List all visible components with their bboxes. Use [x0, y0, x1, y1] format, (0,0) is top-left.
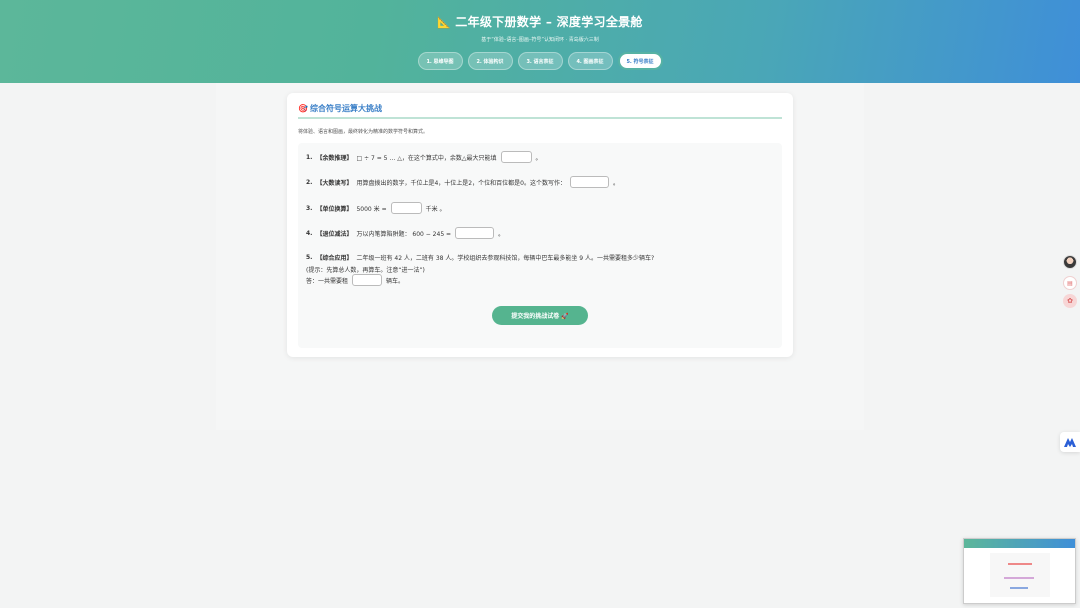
brand-logo-mark: [1064, 437, 1076, 447]
tab-mind-map[interactable]: 1. 思维导图: [417, 52, 463, 70]
page-thumbnail[interactable]: [963, 538, 1076, 604]
tab-language[interactable]: 3. 语言表征: [517, 52, 563, 70]
answer-input-5[interactable]: [352, 274, 383, 286]
tab-bar: 1. 思维导图 2. 体验构识 3. 语言表征 4. 图画表征 5. 符号表征: [0, 52, 1080, 70]
page-header: 📐 二年级下册数学 – 深度学习全景舱 基于“体验–语言–图画–符号”认知闭环 ·…: [0, 0, 1080, 83]
tab-experience[interactable]: 2. 体验构识: [467, 52, 513, 70]
thumbnail-card: [990, 553, 1050, 597]
question-3: 3. 【单位换算】 5000 米 = 千米 。: [306, 202, 446, 214]
question-5: 5. 【综合应用】 二年级一班有 42 人，二班有 38 人。学校组织去参观科技…: [306, 254, 655, 262]
tab-symbol[interactable]: 5. 符号表征: [617, 52, 663, 70]
card-intro: 将体验、语言和图画，最终转化为精准的数学符号和算式。: [298, 129, 429, 135]
question-2: 2. 【大数读写】 用算盘拨出的数字，千位上是4，十位上是2，个位和百位都是0。…: [306, 176, 619, 188]
question-panel: 1. 【余数推理】 □ ÷ 7 = 5 … △，在这个算式中，余数△最大只能填 …: [298, 143, 782, 348]
answer-input-2[interactable]: [569, 176, 609, 188]
answer-input-1[interactable]: [500, 151, 532, 163]
toolbox-icon[interactable]: ✿: [1063, 294, 1077, 308]
triangle-ruler-icon: 📐: [437, 16, 452, 29]
submit-button[interactable]: 提交我的挑战试卷 🚀: [492, 306, 588, 325]
question-4: 4. 【退位减法】 万以内笔算陷阱题： 600 − 245 = 。: [306, 227, 504, 239]
doc-icon[interactable]: ▤: [1063, 276, 1077, 290]
brand-logo-icon[interactable]: [1060, 432, 1080, 452]
tab-picture[interactable]: 4. 图画表征: [567, 52, 613, 70]
page-subtitle: 基于“体验–语言–图画–符号”认知闭环 · 青岛版六三制: [481, 37, 599, 43]
title-divider: [298, 117, 782, 119]
answer-input-3[interactable]: [390, 202, 422, 214]
page-title: 📐 二年级下册数学 – 深度学习全景舱: [437, 15, 643, 29]
answer-input-4[interactable]: [455, 227, 495, 239]
thumbnail-mark: [1004, 577, 1034, 579]
question-5-hint: (提示：先算总人数，再算车。注意“进一法”): [306, 267, 425, 274]
thumbnail-mark: [1008, 563, 1032, 565]
dart-icon: 🎯: [298, 104, 308, 113]
thumbnail-mark: [1010, 587, 1028, 589]
avatar[interactable]: [1063, 255, 1077, 269]
question-5-answer: 答：一共需要租 辆车。: [306, 274, 404, 286]
question-1: 1. 【余数推理】 □ ÷ 7 = 5 … △，在这个算式中，余数△最大只能填 …: [306, 151, 542, 163]
card-title: 🎯 综合符号运算大挑战: [298, 104, 382, 113]
thumbnail-header: [964, 539, 1075, 548]
